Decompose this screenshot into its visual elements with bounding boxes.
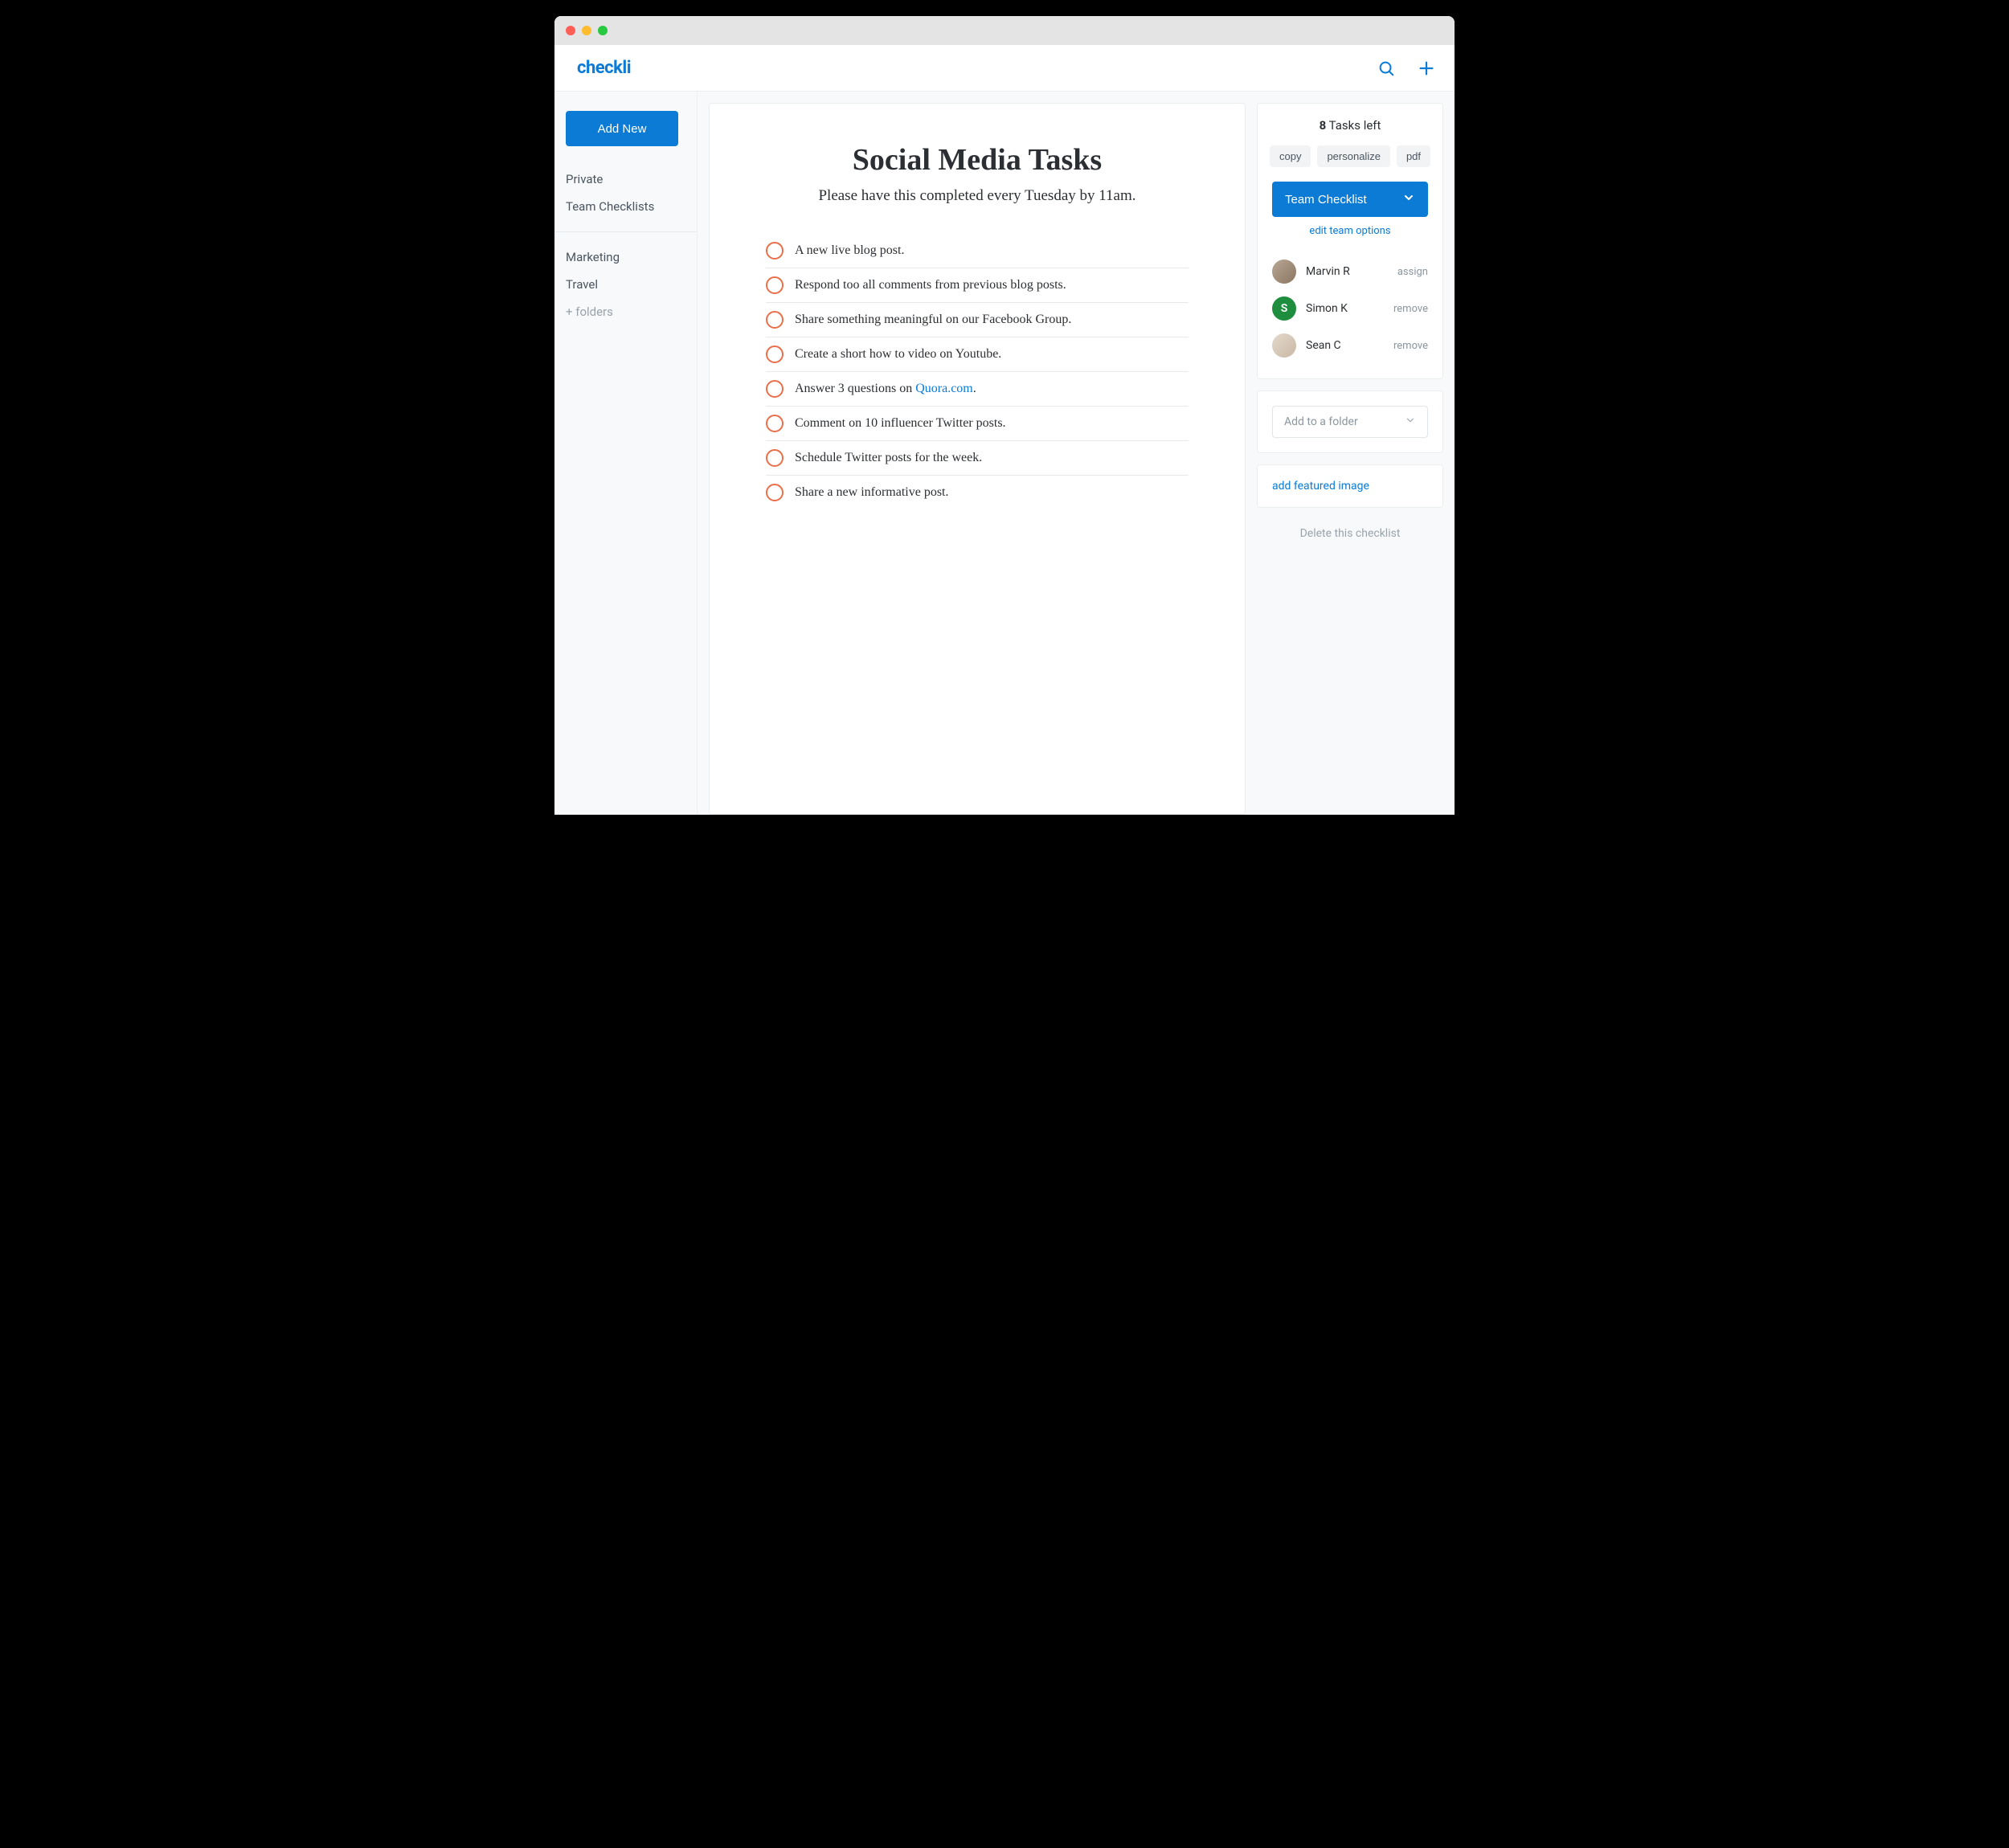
member-name: Marvin R xyxy=(1306,265,1388,278)
task-text: A new live blog post. xyxy=(795,243,904,258)
task-checkbox[interactable] xyxy=(766,276,784,294)
members-list: Marvin R assign S Simon K remove Sean C remove xyxy=(1272,253,1428,364)
layout: Add New PrivateTeam Checklists Marketing… xyxy=(554,92,1455,815)
add-featured-image-link[interactable]: add featured image xyxy=(1272,480,1428,493)
search-icon[interactable] xyxy=(1377,59,1395,77)
member-row: Sean C remove xyxy=(1272,327,1428,364)
task-text: Comment on 10 influencer Twitter posts. xyxy=(795,416,1006,431)
member-action[interactable]: remove xyxy=(1393,340,1428,352)
task-row: Comment on 10 influencer Twitter posts. xyxy=(766,407,1189,441)
member-row: Marvin R assign xyxy=(1272,253,1428,290)
action-pill[interactable]: pdf xyxy=(1397,145,1430,167)
add-to-folder-select[interactable]: Add to a folder xyxy=(1272,406,1428,438)
folder-placeholder: Add to a folder xyxy=(1284,415,1358,428)
task-row: Create a short how to video on Youtube. xyxy=(766,337,1189,372)
sidebar-item[interactable]: Marketing xyxy=(566,243,685,271)
chevron-down-icon xyxy=(1402,191,1415,207)
task-row: Share something meaningful on our Facebo… xyxy=(766,303,1189,337)
avatar[interactable] xyxy=(1272,260,1296,284)
window-close-dot[interactable] xyxy=(566,26,575,35)
task-checkbox[interactable] xyxy=(766,380,784,398)
featured-image-card: add featured image xyxy=(1257,464,1443,508)
task-checkbox[interactable] xyxy=(766,484,784,501)
team-checklist-dropdown[interactable]: Team Checklist xyxy=(1272,182,1428,217)
task-text: Answer 3 questions on Quora.com. xyxy=(795,382,976,396)
task-row: Respond too all comments from previous b… xyxy=(766,268,1189,303)
sidebar-divider xyxy=(554,231,697,232)
task-checkbox[interactable] xyxy=(766,415,784,432)
member-action[interactable]: remove xyxy=(1393,303,1428,315)
tasks-left-count: 8 xyxy=(1320,118,1327,133)
sidebar-item[interactable]: Private xyxy=(566,166,685,193)
pill-row: copy personalize pdf xyxy=(1272,145,1428,167)
app-window: checkli Add New PrivateTeam Checklists M… xyxy=(554,16,1455,815)
task-text: Share a new informative post. xyxy=(795,485,949,500)
task-row: A new live blog post. xyxy=(766,234,1189,268)
task-row: Share a new informative post. xyxy=(766,476,1189,509)
window-titlebar xyxy=(554,16,1455,45)
task-list: A new live blog post. Respond too all com… xyxy=(766,234,1189,509)
tasks-card: 8 Tasks left copy personalize pdf Team Che… xyxy=(1257,103,1443,379)
tasks-left-text: Tasks left xyxy=(1329,118,1381,133)
task-row: Answer 3 questions on Quora.com. xyxy=(766,372,1189,407)
task-link[interactable]: Quora.com xyxy=(915,382,973,395)
plus-icon[interactable] xyxy=(1418,59,1435,77)
window-minimize-dot[interactable] xyxy=(582,26,591,35)
avatar[interactable]: S xyxy=(1272,296,1296,321)
page-subtitle: Please have this completed every Tuesday… xyxy=(766,187,1189,205)
task-text: Share something meaningful on our Facebo… xyxy=(795,313,1071,327)
sidebar-item[interactable]: Travel xyxy=(566,271,685,298)
avatar[interactable] xyxy=(1272,333,1296,358)
task-checkbox[interactable] xyxy=(766,345,784,363)
folder-card: Add to a folder xyxy=(1257,390,1443,453)
add-folder-link[interactable]: + folders xyxy=(566,298,685,325)
right-column: 8 Tasks left copy personalize pdf Team Che… xyxy=(1257,92,1455,815)
delete-checklist-link[interactable]: Delete this checklist xyxy=(1257,519,1443,548)
add-new-button[interactable]: Add New xyxy=(566,111,678,146)
task-checkbox[interactable] xyxy=(766,242,784,260)
task-text: Schedule Twitter posts for the week. xyxy=(795,451,982,465)
page-title: Social Media Tasks xyxy=(766,142,1189,178)
window-maximize-dot[interactable] xyxy=(598,26,608,35)
task-checkbox[interactable] xyxy=(766,311,784,329)
sidebar-item[interactable]: Team Checklists xyxy=(566,193,685,220)
brand-logo[interactable]: checkli xyxy=(577,58,631,78)
tasks-left-label: 8 Tasks left xyxy=(1272,118,1428,133)
task-checkbox[interactable] xyxy=(766,449,784,467)
task-text: Create a short how to video on Youtube. xyxy=(795,347,1001,362)
action-pill[interactable]: personalize xyxy=(1317,145,1390,167)
edit-team-link[interactable]: edit team options xyxy=(1272,225,1428,237)
member-action[interactable]: assign xyxy=(1397,266,1428,278)
task-row: Schedule Twitter posts for the week. xyxy=(766,441,1189,476)
member-name: Sean C xyxy=(1306,339,1384,352)
top-bar: checkli xyxy=(554,45,1455,92)
sidebar: Add New PrivateTeam Checklists Marketing… xyxy=(554,92,698,815)
task-text: Respond too all comments from previous b… xyxy=(795,278,1066,292)
team-dd-label: Team Checklist xyxy=(1285,193,1367,206)
main-panel: Social Media Tasks Please have this comp… xyxy=(709,103,1246,815)
member-name: Simon K xyxy=(1306,302,1384,315)
topbar-actions xyxy=(1377,59,1435,77)
action-pill[interactable]: copy xyxy=(1270,145,1311,167)
member-row: S Simon K remove xyxy=(1272,290,1428,327)
chevron-down-icon xyxy=(1405,415,1416,429)
